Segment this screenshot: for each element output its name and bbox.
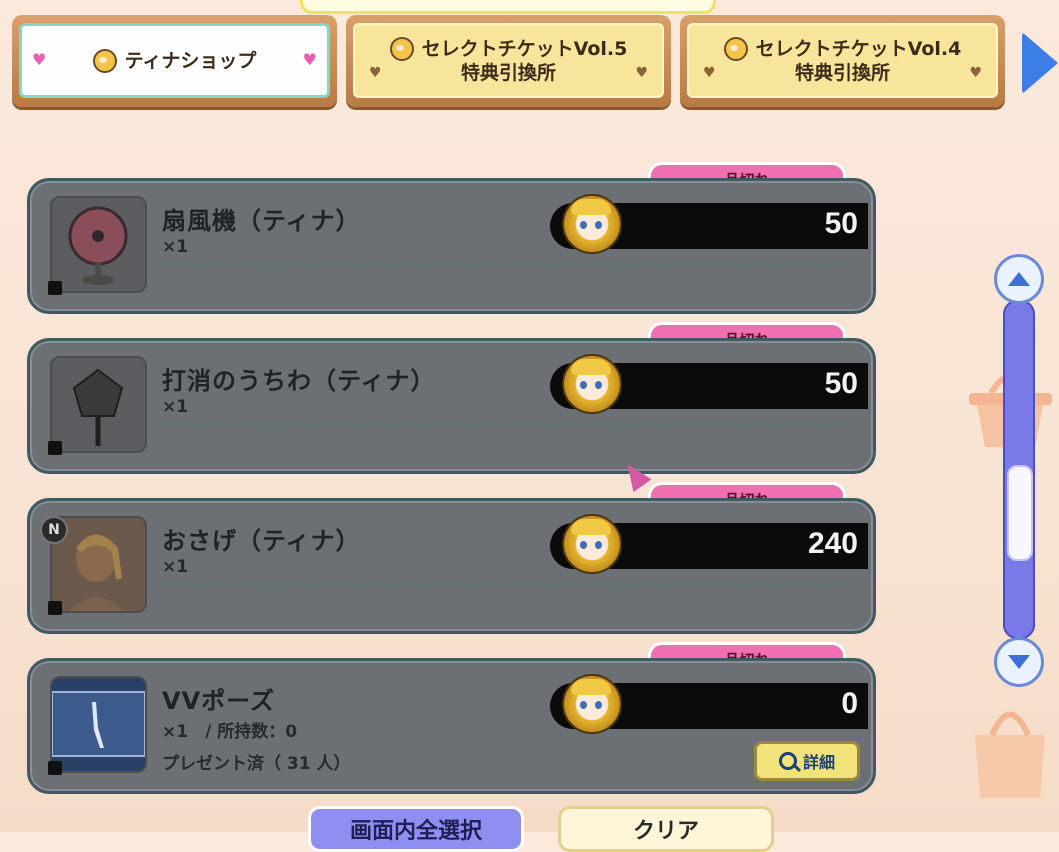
divider <box>162 585 842 587</box>
tab-sublabel: 特典引換所 <box>794 61 890 84</box>
heart-icon: ♥ <box>969 65 982 81</box>
select-checkbox[interactable] <box>48 601 62 615</box>
detail-button-label: 詳細 <box>802 753 835 772</box>
next-tab-arrow-icon[interactable] <box>1022 32 1058 94</box>
item-name: VVポーズ <box>162 687 275 715</box>
list-item[interactable]: 扇風機（ティナ） ×1 50 <box>27 178 876 314</box>
tab-tina-shop[interactable]: ♥ ティナショップ ♥ <box>12 15 337 107</box>
tina-coin-icon <box>562 514 622 574</box>
select-all-button[interactable]: 画面内全選択 <box>308 806 524 852</box>
top-frame-edge <box>300 0 716 14</box>
item-price: 0 <box>841 687 858 720</box>
bag-decoration-icon <box>975 711 1045 798</box>
tina-coin-icon <box>562 674 622 734</box>
select-checkbox[interactable] <box>48 761 62 775</box>
scroll-down-button[interactable] <box>994 637 1044 687</box>
divider <box>162 265 842 267</box>
tab-label: セレクトチケットVol.4 <box>755 37 962 60</box>
tina-coin-icon <box>562 194 622 254</box>
scroll-up-button[interactable] <box>994 254 1044 304</box>
clear-button[interactable]: クリア <box>558 806 774 852</box>
magnifier-icon <box>778 752 797 770</box>
tab-select-ticket-vol4[interactable]: ♥ セレクトチケットVol.4 特典引換所 ♥ <box>680 15 1005 107</box>
list-item[interactable]: おさげ（ティナ） ×1 240 <box>27 498 876 634</box>
item-quantity: ×1 <box>162 397 189 417</box>
tab-select-ticket-vol5[interactable]: ♥ セレクトチケットVol.5 特典引換所 ♥ <box>346 15 671 107</box>
heart-icon: ♥ <box>703 65 716 81</box>
item-price: 50 <box>824 207 858 240</box>
rank-badge: N <box>40 516 68 544</box>
scrollbar-thumb[interactable] <box>1007 465 1033 561</box>
vv-pose-item-image <box>50 676 147 773</box>
list-item[interactable]: 打消のうちわ（ティナ） ×1 50 <box>27 338 876 474</box>
fan-item-image <box>50 196 147 293</box>
tab-label: ティナショップ <box>124 49 257 72</box>
presented-count: プレゼント済（ 31 人） <box>162 754 351 774</box>
select-checkbox[interactable] <box>48 441 62 455</box>
tina-face-icon <box>723 36 748 61</box>
tina-coin-icon <box>562 354 622 414</box>
list-item[interactable]: VVポーズ ×1 / 所持数：0 プレゼント済（ 31 人） 0 詳細 <box>27 658 876 794</box>
item-quantity: ×1 <box>162 557 189 577</box>
item-quantity: ×1 <box>162 237 189 257</box>
heart-icon: ♥ <box>635 65 648 81</box>
item-price: 50 <box>824 367 858 400</box>
tab-label: セレクトチケットVol.5 <box>421 37 628 60</box>
item-price: 240 <box>807 527 858 560</box>
tab-sublabel: 特典引換所 <box>460 61 556 84</box>
item-name: 扇風機（ティナ） <box>162 207 361 235</box>
tina-face-icon <box>92 48 117 73</box>
heart-icon: ♥ <box>32 50 47 69</box>
heart-icon: ♥ <box>369 65 382 81</box>
item-name: おさげ（ティナ） <box>162 527 361 555</box>
item-quantity: ×1 / 所持数：0 <box>162 722 298 742</box>
divider <box>162 425 842 427</box>
select-checkbox[interactable] <box>48 281 62 295</box>
arrow-down-icon <box>1008 655 1030 669</box>
uchiwa-fan-item-image <box>50 356 147 453</box>
detail-button[interactable]: 詳細 <box>754 741 860 781</box>
item-name: 打消のうちわ（ティナ） <box>162 367 436 395</box>
arrow-up-icon <box>1008 272 1030 286</box>
heart-icon: ♥ <box>302 50 317 69</box>
tina-face-icon <box>389 36 414 61</box>
